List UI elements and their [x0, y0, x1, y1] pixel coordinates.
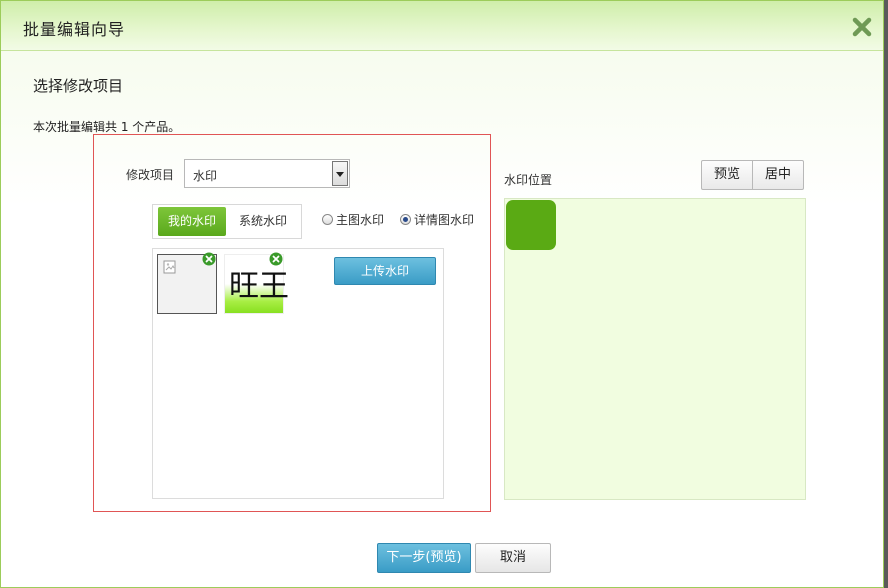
thumbnail-glyph-right: 王 — [259, 269, 289, 304]
close-icon[interactable] — [851, 16, 873, 38]
preview-button[interactable]: 预览 — [702, 161, 752, 189]
edit-item-select-value: 水印 — [193, 169, 218, 183]
radio-label: 详情图水印 — [414, 213, 475, 227]
upload-watermark-button[interactable]: 上传水印 — [334, 257, 436, 285]
delete-circle-icon[interactable] — [202, 252, 216, 266]
thumbnail-glyph-left: 旺 — [229, 269, 259, 304]
tab-system-watermark[interactable]: 系统水印 — [230, 207, 296, 236]
tab-my-watermark[interactable]: 我的水印 — [158, 207, 226, 236]
delete-circle-icon[interactable] — [269, 252, 283, 266]
radio-detail-image-watermark[interactable]: 详情图水印 — [400, 211, 474, 228]
dialog-title: 批量编辑向导 — [23, 20, 126, 39]
watermark-position-label: 水印位置 — [504, 173, 553, 187]
next-preview-button[interactable]: 下一步(预览) — [377, 543, 471, 573]
dialog-titlebar: 批量编辑向导 — [1, 1, 883, 51]
edit-item-label: 修改项目 — [126, 168, 175, 182]
watermark-drag-handle[interactable] — [506, 200, 556, 250]
radio-label: 主图水印 — [336, 213, 385, 227]
watermark-gallery: 旺 王 上传水印 — [152, 248, 444, 499]
broken-image-icon — [163, 260, 176, 274]
watermark-position-canvas[interactable] — [504, 198, 806, 500]
product-count-info: 本次批量编辑共 1 个产品。 — [33, 120, 181, 134]
radio-button[interactable] — [322, 214, 333, 225]
radio-main-image-watermark[interactable]: 主图水印 — [322, 211, 384, 228]
position-button-group: 预览 居中 — [701, 160, 804, 190]
radio-button[interactable] — [400, 214, 411, 225]
cancel-button[interactable]: 取消 — [475, 543, 551, 573]
watermark-tabs: 我的水印 系统水印 — [152, 204, 302, 239]
edit-item-select[interactable]: 水印 — [184, 159, 350, 188]
center-button[interactable]: 居中 — [752, 161, 803, 189]
chevron-down-icon[interactable] — [332, 161, 348, 186]
section-title: 选择修改项目 — [33, 77, 124, 95]
batch-edit-dialog: 批量编辑向导 选择修改项目 本次批量编辑共 1 个产品。 修改项目 水印 我的水… — [0, 0, 884, 588]
